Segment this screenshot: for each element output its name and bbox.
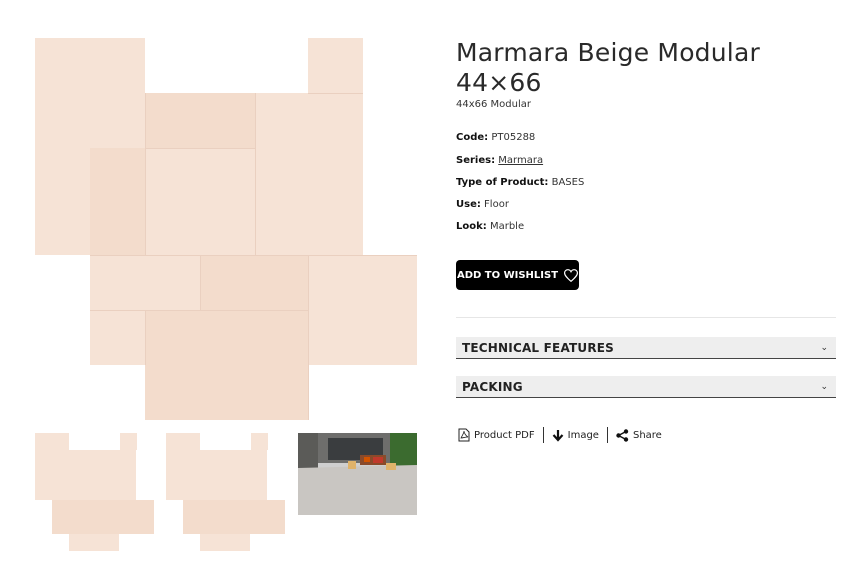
tile-piece [255,93,363,255]
spec-series-label: Series: [456,155,496,166]
separator [542,427,544,443]
tile-piece [145,93,255,148]
grout-line [90,310,308,311]
patio-scene-image [298,433,417,515]
accordion-technical-label: TECHNICAL FEATURES [462,340,615,355]
section-divider [456,317,836,318]
tile-piece [90,148,145,255]
grout-line [145,148,255,149]
accordion-packing[interactable]: PACKING ⌄ [456,376,836,398]
share-icon [616,428,629,442]
product-pdf-label: Product PDF [474,429,535,441]
product-title: Marmara Beige Modular 44×66 [456,38,760,97]
series-link[interactable]: Marmara [498,155,543,166]
spec-type-label: Type of Product: [456,177,549,188]
tile-piece [308,38,363,93]
tile-piece [308,255,417,365]
grout-line [200,255,201,310]
grout-line [308,93,363,94]
accordion-packing-label: PACKING [462,379,523,394]
main-product-image[interactable] [35,38,417,420]
image-download-link[interactable]: Image [552,429,599,442]
wishlist-label: ADD TO WISHLIST [456,269,559,281]
tile-piece [90,255,200,310]
spec-type: Type of Product: BASES [456,177,584,188]
grout-line [255,93,256,255]
grout-line [145,310,146,365]
spec-series: Series: Marmara [456,155,543,166]
tile-piece [69,450,136,500]
spec-use-value: Floor [484,199,509,210]
spec-look-value: Marble [489,221,525,232]
tile-piece [145,310,308,420]
spec-use: Use: Floor [456,199,509,210]
product-subtitle: 44x66 Modular [456,99,531,110]
tile-piece [145,148,255,255]
tile-piece [200,534,250,551]
tile-piece [35,433,69,500]
spec-look-label: Look: [456,221,487,232]
tile-piece [166,433,200,500]
image-label: Image [567,429,599,441]
spec-look: Look: Marble [456,221,524,232]
spec-code-label: Code: [456,132,489,143]
tile-piece [69,534,119,551]
arrow-down-icon [552,429,563,442]
thumbnail-layout-1[interactable] [35,433,155,551]
tile-piece [120,433,137,450]
product-actions: Product PDF Image Share [458,426,662,444]
tile-piece [200,450,267,500]
separator [606,427,608,443]
grout-line [90,255,417,256]
thumbnail-patio-photo[interactable] [298,433,417,515]
heart-icon [564,268,579,282]
tile-piece [90,310,145,365]
tile-piece [200,255,308,310]
share-label: Share [632,429,662,441]
share-link[interactable]: Share [616,428,662,442]
accordion-technical-features[interactable]: TECHNICAL FEATURES ⌄ [456,337,836,359]
grout-line [145,93,146,255]
tile-piece [183,500,285,534]
spec-code-value: PT05288 [491,132,536,143]
spec-code: Code: PT05288 [456,132,535,143]
add-to-wishlist-button[interactable]: ADD TO WISHLIST [456,260,579,290]
spec-type-value: BASES [551,177,585,188]
chevron-down-icon: ⌄ [820,381,828,392]
thumbnail-layout-2[interactable] [166,433,286,551]
pdf-file-icon [458,428,470,442]
tile-piece [52,500,154,534]
grout-line [308,255,309,420]
chevron-down-icon: ⌄ [820,342,828,353]
product-pdf-link[interactable]: Product PDF [458,428,535,442]
spec-use-label: Use: [456,199,481,210]
tile-piece [251,433,268,450]
